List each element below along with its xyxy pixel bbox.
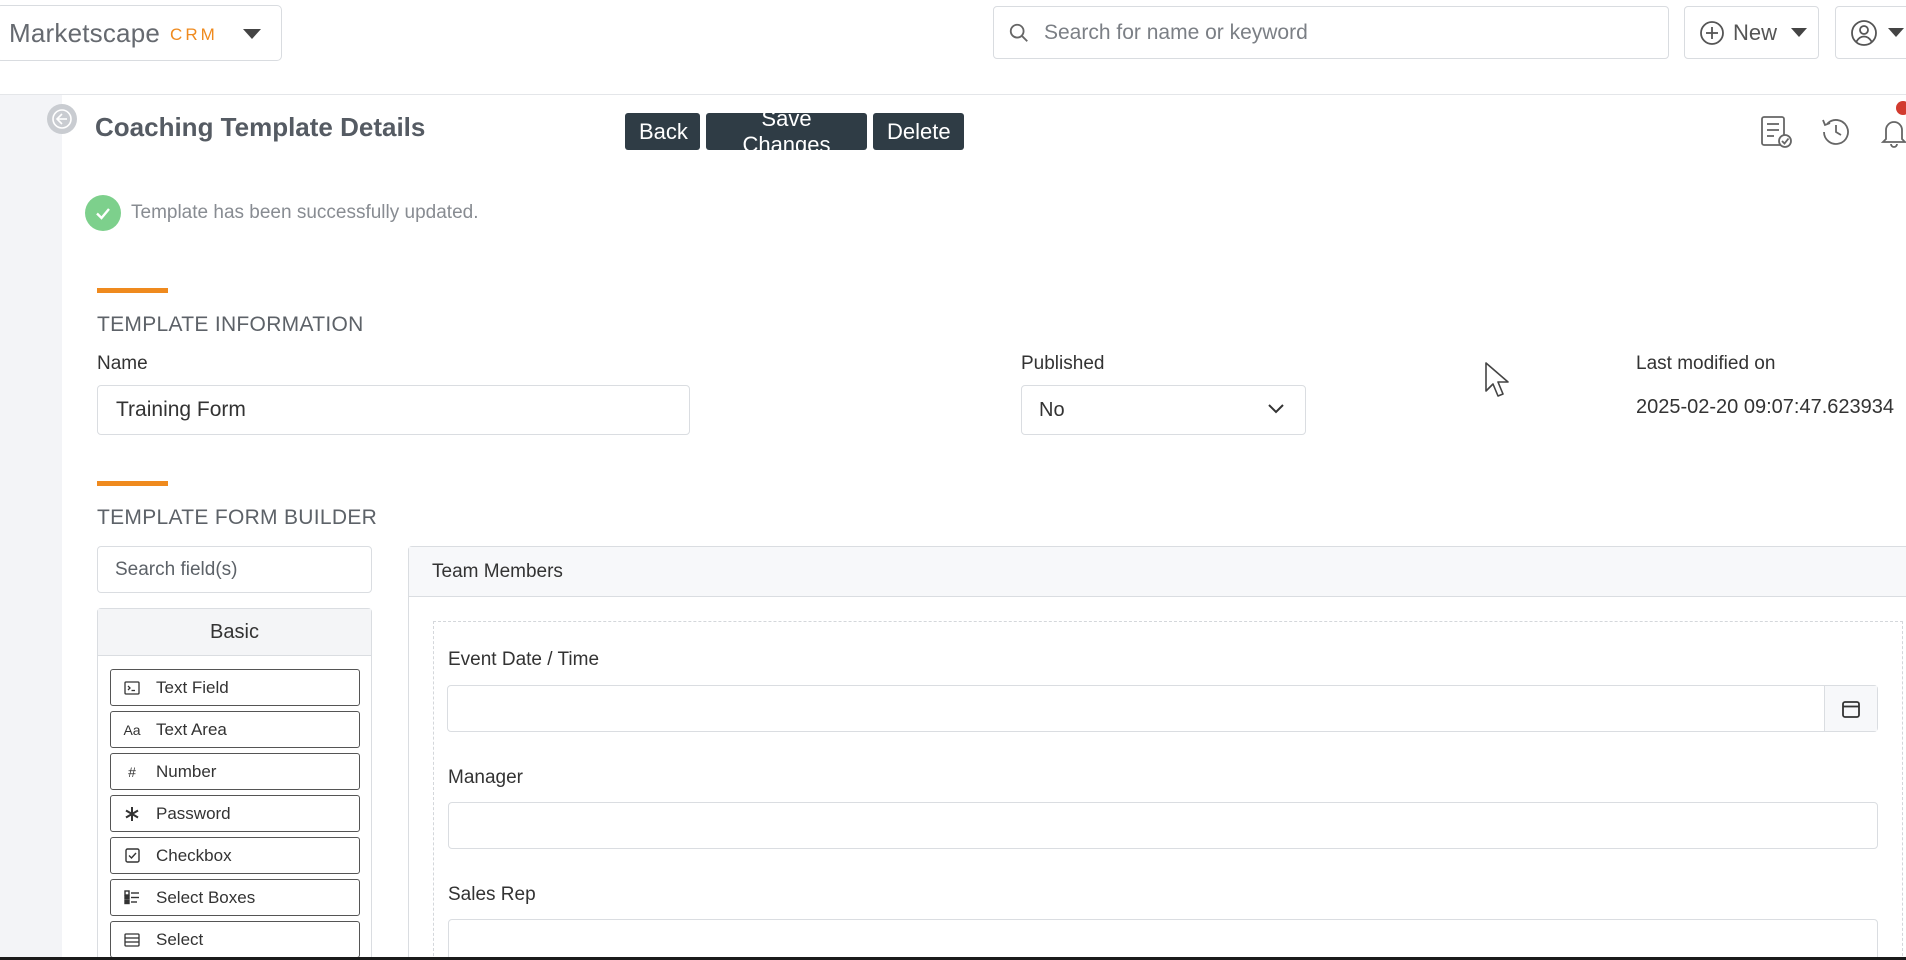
collapse-sidebar-button[interactable]: [47, 104, 77, 134]
font-icon: Aa: [123, 721, 141, 738]
check-circle-icon: [85, 195, 121, 231]
new-button[interactable]: New: [1684, 6, 1819, 59]
palette-item-checkbox[interactable]: Checkbox: [110, 837, 360, 874]
history-button[interactable]: [1816, 112, 1856, 152]
palette-item-text-area[interactable]: Aa Text Area: [110, 711, 360, 748]
caret-down-icon: [243, 29, 261, 39]
published-select[interactable]: No: [1021, 385, 1306, 435]
palette-item-select-boxes[interactable]: Select Boxes: [110, 879, 360, 916]
name-input[interactable]: [97, 385, 690, 435]
user-circle-icon: [1851, 19, 1877, 46]
calendar-button[interactable]: [1824, 686, 1877, 731]
mouse-cursor-icon: [1485, 362, 1509, 397]
field-search-input[interactable]: [97, 546, 372, 593]
hashtag-icon: #: [128, 763, 136, 780]
brand-name: Marketscape: [9, 17, 161, 48]
template-information-heading: TEMPLATE INFORMATION: [97, 313, 364, 336]
check-square-icon: [123, 848, 141, 863]
sales-rep-input[interactable]: [448, 919, 1878, 960]
new-button-label: New: [1733, 19, 1778, 45]
last-modified-label: Last modified on: [1636, 353, 1776, 374]
asterisk-icon: [123, 806, 141, 822]
alert-message: Template has been successfully updated.: [131, 202, 479, 223]
section-accent: [97, 288, 168, 293]
terminal-icon: [123, 680, 141, 695]
palette-item-label: Text Field: [156, 677, 229, 697]
form-drop-zone[interactable]: [433, 621, 1903, 960]
palette-group-basic[interactable]: Basic: [98, 609, 371, 656]
panel-title: Team Members: [409, 547, 1906, 597]
left-sidebar: [0, 95, 62, 960]
field-palette: Basic Text Field Aa Text Area # Number P…: [97, 608, 372, 960]
delete-button[interactable]: Delete: [873, 113, 964, 150]
palette-item-label: Checkbox: [156, 845, 232, 865]
form-canvas-panel: Team Members: [408, 546, 1906, 960]
published-label: Published: [1021, 353, 1105, 374]
top-header: Marketscape CRM New: [0, 0, 1906, 95]
back-button[interactable]: Back: [625, 113, 700, 150]
app-switcher[interactable]: Marketscape CRM: [0, 5, 282, 61]
sales-rep-label: Sales Rep: [448, 884, 536, 905]
list-icon: [123, 932, 141, 947]
user-menu[interactable]: [1835, 6, 1906, 59]
last-modified-value: 2025-02-20 09:07:47.623934: [1636, 396, 1895, 418]
manager-label: Manager: [448, 767, 523, 788]
brand-sub: CRM: [170, 25, 218, 44]
palette-item-number[interactable]: # Number: [110, 753, 360, 790]
save-changes-button[interactable]: Save Changes: [706, 106, 867, 157]
success-alert: Template has been successfully updated.: [85, 195, 479, 231]
search-input[interactable]: [1044, 20, 1644, 45]
name-label: Name: [97, 353, 148, 374]
event-date-label: Event Date / Time: [448, 649, 600, 670]
tasks-button[interactable]: [1756, 112, 1796, 152]
palette-item-password[interactable]: Password: [110, 795, 360, 832]
palette-item-label: Select: [156, 929, 204, 949]
list-check-icon: [123, 890, 141, 905]
chevron-down-icon: [1268, 404, 1284, 414]
caret-down-icon: [1791, 28, 1808, 37]
palette-item-label: Number: [156, 761, 217, 781]
search-icon: [1009, 23, 1028, 42]
palette-item-text-field[interactable]: Text Field: [110, 669, 360, 706]
task-list-icon: [1761, 116, 1792, 148]
history-icon: [1822, 119, 1849, 145]
published-value: No: [1039, 398, 1065, 421]
palette-item-label: Text Area: [156, 719, 227, 739]
template-form-builder-heading: TEMPLATE FORM BUILDER: [97, 506, 378, 529]
manager-input[interactable]: [448, 802, 1878, 849]
palette-item-select[interactable]: Select: [110, 921, 360, 958]
palette-item-label: Select Boxes: [156, 887, 256, 907]
global-search[interactable]: [993, 6, 1669, 59]
notifications-button[interactable]: [1874, 112, 1906, 152]
arrow-left-circle-icon: [52, 109, 72, 129]
palette-item-label: Password: [156, 803, 231, 823]
calendar-icon: [1842, 700, 1860, 718]
event-date-input[interactable]: [447, 685, 1878, 732]
plus-circle-icon: [1700, 20, 1724, 45]
section-accent: [97, 481, 168, 486]
notification-badge: [1896, 101, 1906, 115]
page-title: Coaching Template Details: [95, 112, 426, 142]
caret-down-icon: [1888, 28, 1904, 37]
bell-icon: [1880, 121, 1906, 148]
